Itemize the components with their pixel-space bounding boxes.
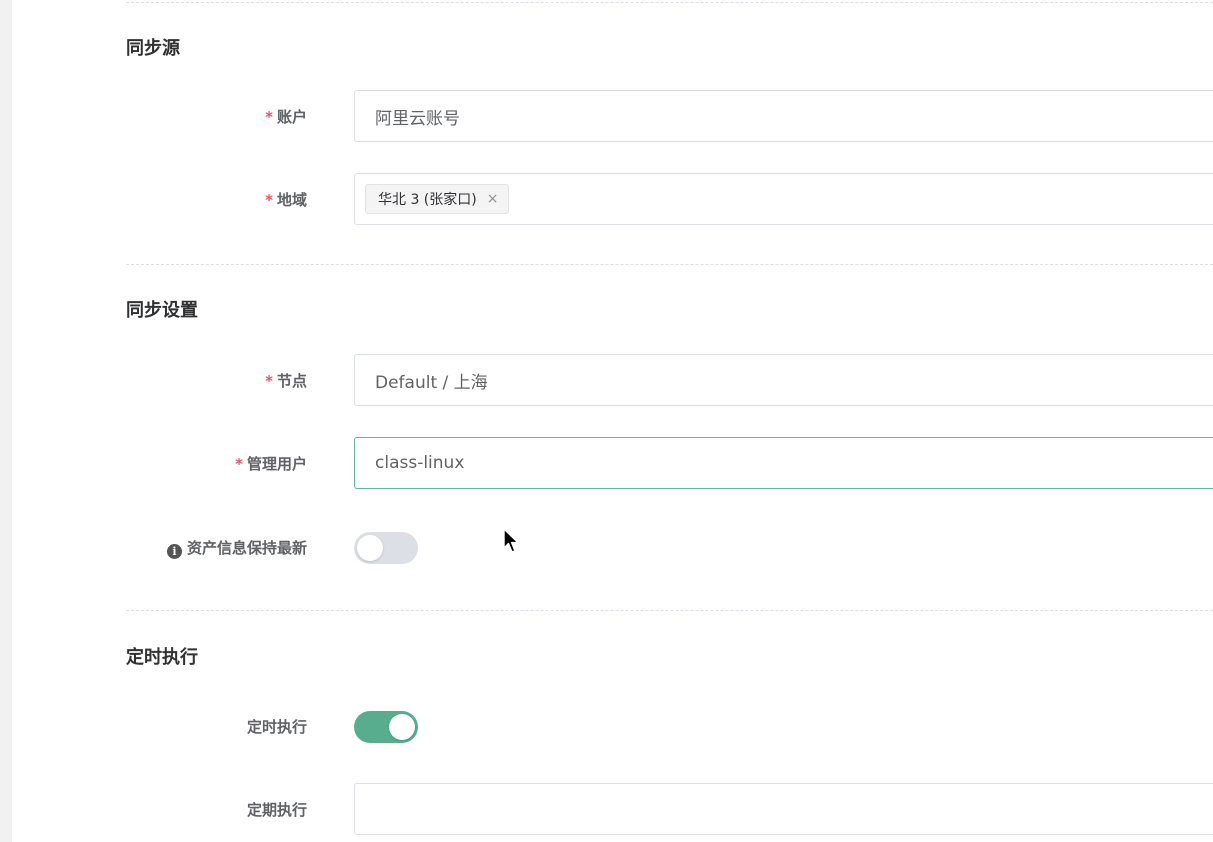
- admin-user-label: * 管理用户: [235, 454, 307, 474]
- section-title-source: 同步源: [126, 38, 180, 59]
- timed-exec-switch[interactable]: [354, 711, 418, 743]
- region-label: * 地域: [265, 190, 307, 210]
- periodic-exec-input[interactable]: [354, 783, 1213, 835]
- keep-latest-switch[interactable]: [354, 532, 418, 564]
- mouse-cursor-icon: [503, 528, 519, 553]
- section-divider: [126, 264, 1213, 265]
- section-divider: [126, 610, 1213, 611]
- section-divider-top: [126, 2, 1213, 3]
- keep-latest-label: i 资产信息保持最新: [166, 538, 307, 559]
- switch-knob: [357, 535, 383, 561]
- left-gutter: [0, 0, 12, 842]
- account-label-text: 账户: [276, 108, 307, 126]
- node-label: * 节点: [265, 371, 307, 391]
- admin-user-value: class-linux: [375, 453, 465, 473]
- section-title-schedule: 定时执行: [126, 647, 198, 668]
- admin-user-select[interactable]: class-linux: [354, 437, 1213, 489]
- required-mark: *: [235, 455, 243, 473]
- info-icon[interactable]: i: [166, 544, 182, 559]
- admin-user-label-text: 管理用户: [246, 455, 307, 473]
- sync-form: 同步源 * 账户 阿里云账号 * 地域 华北 3 (张家口) × 同步设置 * 节点 …: [12, 0, 1213, 842]
- region-tag-text: 华北 3 (张家口): [378, 192, 477, 208]
- region-select[interactable]: 华北 3 (张家口) ×: [354, 173, 1213, 225]
- region-tag: 华北 3 (张家口) ×: [365, 184, 510, 214]
- periodic-exec-label-text: 定期执行: [246, 801, 307, 819]
- timed-exec-label-text: 定时执行: [246, 718, 307, 736]
- periodic-exec-label: 定期执行: [247, 800, 307, 820]
- required-mark: *: [265, 108, 273, 126]
- section-title-settings: 同步设置: [126, 300, 198, 321]
- account-value: 阿里云账号: [375, 108, 460, 129]
- required-mark: *: [265, 372, 273, 390]
- node-label-text: 节点: [276, 372, 307, 390]
- keep-latest-label-text: 资产信息保持最新: [186, 539, 307, 557]
- required-mark: *: [265, 191, 273, 209]
- account-label: * 账户: [265, 107, 307, 127]
- node-select[interactable]: Default / 上海: [354, 354, 1213, 406]
- account-select[interactable]: 阿里云账号: [354, 90, 1213, 142]
- node-value: Default / 上海: [375, 372, 488, 393]
- region-label-text: 地域: [276, 191, 307, 209]
- close-icon[interactable]: ×: [487, 191, 499, 207]
- timed-exec-label: 定时执行: [247, 717, 307, 737]
- switch-knob: [389, 714, 415, 740]
